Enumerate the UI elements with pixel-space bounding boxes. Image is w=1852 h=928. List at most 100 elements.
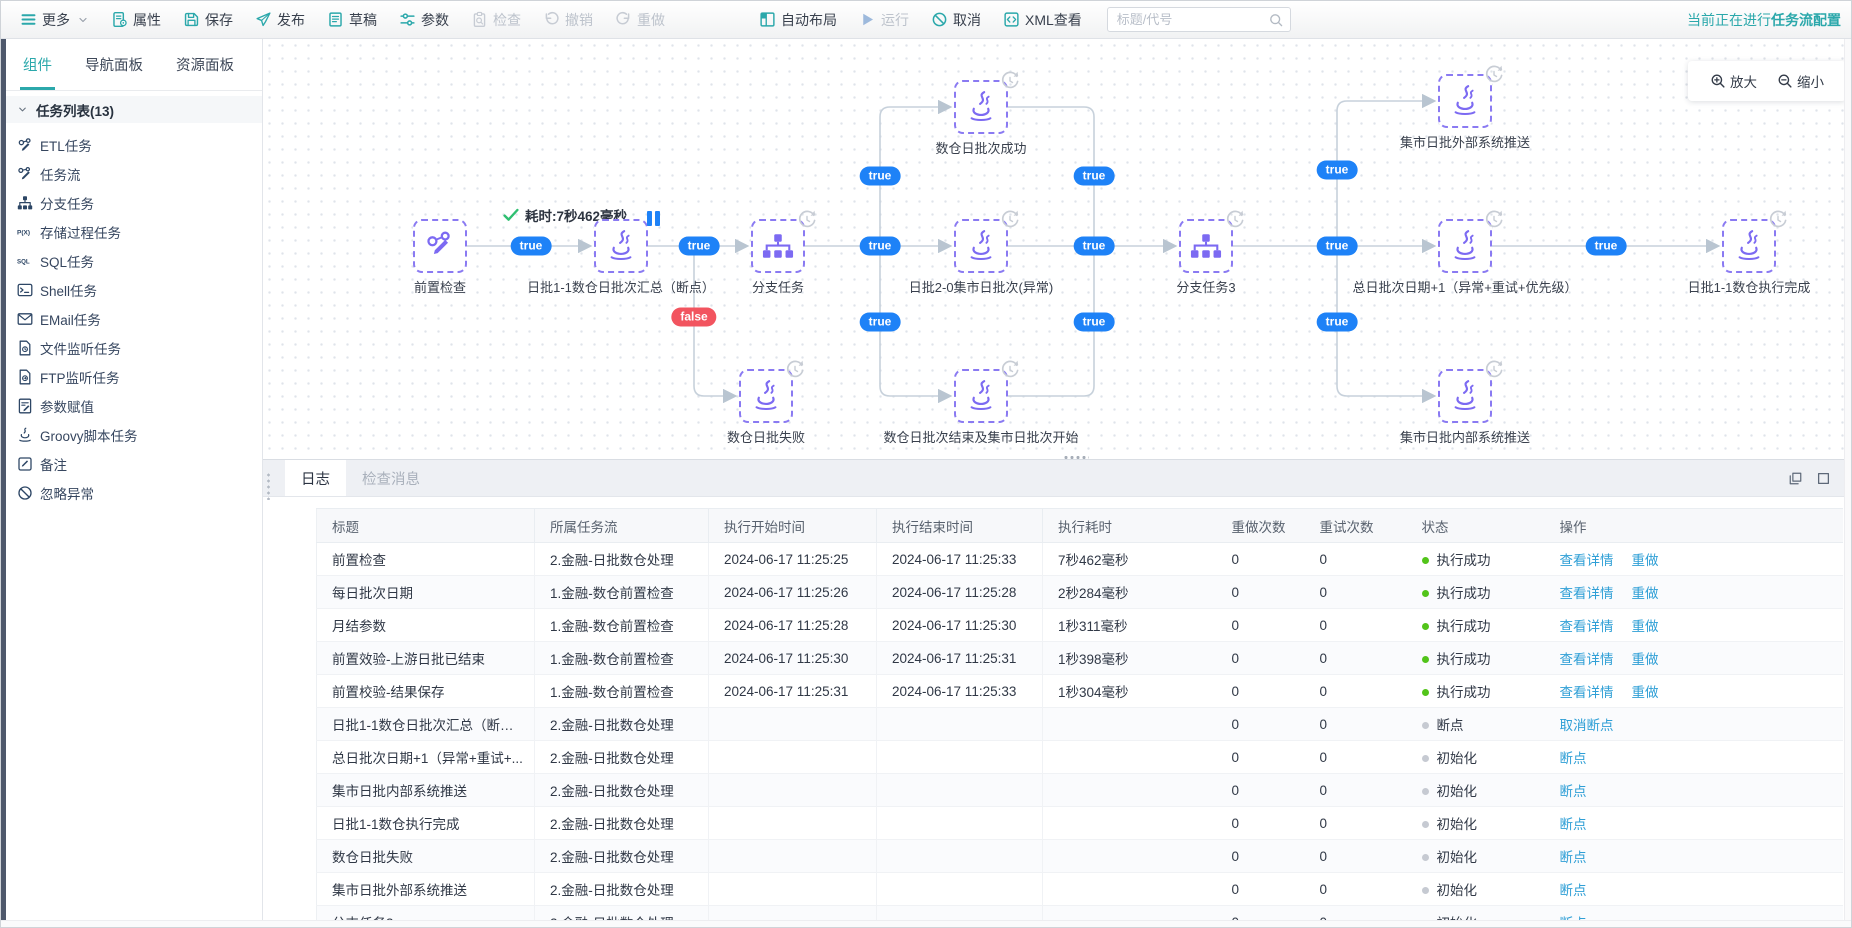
panel-maximize-icon[interactable] <box>1816 471 1831 486</box>
action-link[interactable]: 重做 <box>1632 553 1659 568</box>
toolbar-button-check[interactable]: 检查 <box>460 1 532 38</box>
toolbar-button-publish[interactable]: 发布 <box>244 1 316 38</box>
java-node-icon <box>603 228 639 264</box>
flow-node-n12[interactable] <box>1438 369 1492 423</box>
action-link[interactable]: 查看详情 <box>1560 586 1614 601</box>
toolbar-button-draft[interactable]: 草稿 <box>316 1 388 38</box>
log-panel-tab-2[interactable]: 检查消息 <box>346 460 436 496</box>
search-icon[interactable] <box>1268 12 1284 28</box>
flow-canvas[interactable]: true true false true true true true true true tru… <box>263 39 1846 459</box>
sidebar-item-groovy[interactable]: Groovy脚本任务 <box>6 420 262 449</box>
toolbar-button-autolayout[interactable]: 自动布局 <box>748 1 848 38</box>
cell-actions: 查看详情 重做 <box>1545 642 1844 675</box>
action-link[interactable]: 取消断点 <box>1560 718 1614 733</box>
action-link[interactable]: 查看详情 <box>1560 619 1614 634</box>
status-text: 断点 <box>1437 718 1464 733</box>
sidebar-item-proc[interactable]: P(X)存储过程任务 <box>6 217 262 246</box>
edge-condition-true[interactable]: true <box>679 237 720 256</box>
zoom-out-button[interactable]: 缩小 <box>1777 71 1824 91</box>
sidebar-item-param[interactable]: 参数赋值 <box>6 391 262 420</box>
edge-condition-true[interactable]: true <box>860 313 901 332</box>
toolbar-button-label: 草稿 <box>349 10 377 30</box>
flow-node-n3[interactable] <box>751 219 805 273</box>
action-link[interactable]: 查看详情 <box>1560 652 1614 667</box>
edge-condition-true[interactable]: true <box>1586 237 1627 256</box>
flow-node-n9[interactable] <box>1722 219 1776 273</box>
status-text: 执行成功 <box>1437 652 1491 667</box>
status-text: 初始化 <box>1437 817 1478 832</box>
sidebar-item-flow[interactable]: 任务流 <box>6 159 262 188</box>
sidebar-item-sql[interactable]: SQLSQL任务 <box>6 246 262 275</box>
edge-condition-true[interactable]: true <box>1317 237 1358 256</box>
toolbar-button-more[interactable]: 更多 <box>9 1 100 38</box>
retry-refresh-icon <box>1483 209 1505 231</box>
sidebar-tab-3[interactable]: 资源面板 <box>176 39 234 90</box>
task-list-section-header[interactable]: 任务列表(13) <box>6 96 262 123</box>
toolbar-button-redo[interactable]: 重做 <box>604 1 676 38</box>
toolbar-button-cancel[interactable]: 取消 <box>920 1 992 38</box>
action-link[interactable]: 查看详情 <box>1560 553 1614 568</box>
flow-node-n8[interactable] <box>1438 219 1492 273</box>
action-link[interactable]: 重做 <box>1632 586 1659 601</box>
edge-condition-true[interactable]: true <box>1317 161 1358 180</box>
action-link[interactable]: 重做 <box>1632 619 1659 634</box>
flow-node-n2[interactable] <box>594 219 648 273</box>
flow-node-n4[interactable] <box>954 80 1008 134</box>
log-panel-tab-1[interactable]: 日志 <box>285 460 346 496</box>
search-input[interactable] <box>1107 7 1291 32</box>
flow-node-n1[interactable]: 耗时:7秒462毫秒 <box>413 219 467 273</box>
sidebar-item-file-listen[interactable]: 文件监听任务 <box>6 333 262 362</box>
toolbar-button-props[interactable]: 属性 <box>100 1 172 38</box>
panel-float-icon[interactable] <box>1788 471 1803 486</box>
action-link[interactable]: 断点 <box>1560 817 1587 832</box>
sidebar-item-shell[interactable]: Shell任务 <box>6 275 262 304</box>
toolbar-button-save[interactable]: 保存 <box>172 1 244 38</box>
action-link[interactable]: 断点 <box>1560 850 1587 865</box>
cell-redo: 0 <box>1217 576 1305 609</box>
edge-condition-true[interactable]: true <box>1074 237 1115 256</box>
flow-config-status: 当前正在进行任务流配置 <box>1687 10 1851 30</box>
sidebar-item-ftp-listen[interactable]: FTP监听任务 <box>6 362 262 391</box>
flow-node-n11[interactable] <box>954 369 1008 423</box>
sidebar-item-ignore[interactable]: 忽略异常 <box>6 478 262 507</box>
horizontal-scrollbar[interactable] <box>1 920 1851 927</box>
sidebar-tab-2[interactable]: 导航面板 <box>85 39 143 90</box>
action-link[interactable]: 重做 <box>1632 685 1659 700</box>
edge-condition-true[interactable]: true <box>1074 167 1115 186</box>
sidebar-item-label: 任务流 <box>40 164 81 184</box>
sidebar-item-note[interactable]: 备注 <box>6 449 262 478</box>
sidebar-item-etl[interactable]: ETL任务 <box>6 130 262 159</box>
edge-condition-true[interactable]: true <box>1317 313 1358 332</box>
column-header: 执行耗时 <box>1043 509 1217 543</box>
toolbar-button-undo[interactable]: 撤销 <box>532 1 604 38</box>
edge-condition-true[interactable]: true <box>511 237 552 256</box>
action-link[interactable]: 断点 <box>1560 784 1587 799</box>
flow-node-n7[interactable] <box>1438 74 1492 128</box>
action-link[interactable]: 查看详情 <box>1560 685 1614 700</box>
panel-resize-handle[interactable] <box>1063 455 1089 460</box>
toolbar-button-xml[interactable]: XML查看 <box>992 1 1093 38</box>
action-link[interactable]: 断点 <box>1560 883 1587 898</box>
edge-condition-false[interactable]: false <box>671 308 716 327</box>
panel-splitter-handle[interactable] <box>266 472 271 500</box>
flow-node-n6[interactable] <box>1179 219 1233 273</box>
toolbar-button-params[interactable]: 参数 <box>388 1 460 38</box>
edge-condition-true[interactable]: true <box>860 237 901 256</box>
toolbar-button-run[interactable]: 运行 <box>848 1 920 38</box>
edge-condition-true[interactable]: true <box>860 167 901 186</box>
table-row: 月结参数1.金融-数仓前置检查2024-06-17 11:25:282024-0… <box>317 609 1844 642</box>
sidebar-tabbar: 组件导航面板资源面板 <box>6 39 262 91</box>
cell-start <box>709 708 877 741</box>
vertical-scrollbar[interactable] <box>1844 39 1851 920</box>
action-link[interactable]: 重做 <box>1632 652 1659 667</box>
flow-node-n10[interactable] <box>739 369 793 423</box>
sidebar-item-branch-s[interactable]: 分支任务 <box>6 188 262 217</box>
zoom-in-button[interactable]: 放大 <box>1710 71 1757 91</box>
floppy-icon <box>183 11 200 28</box>
edge-condition-true[interactable]: true <box>1074 313 1115 332</box>
action-link[interactable]: 断点 <box>1560 751 1587 766</box>
flow-node-n5[interactable] <box>954 219 1008 273</box>
zoom-in-icon <box>1710 73 1726 89</box>
sidebar-item-email[interactable]: EMail任务 <box>6 304 262 333</box>
sidebar-tab-1[interactable]: 组件 <box>23 39 52 90</box>
